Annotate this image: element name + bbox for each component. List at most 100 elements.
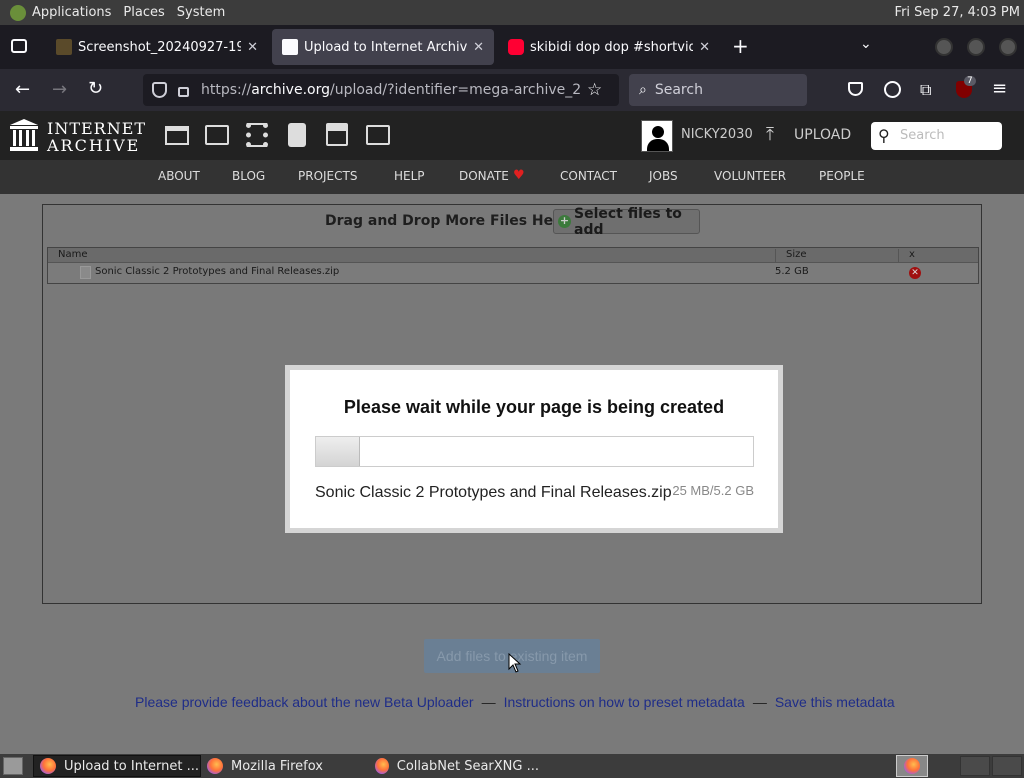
firefox-icon (207, 758, 223, 774)
file-doc-icon (80, 266, 91, 279)
close-window-icon[interactable] (999, 38, 1017, 56)
logo-text-line2: ARCHIVE (47, 136, 141, 155)
user-avatar-icon[interactable] (641, 120, 673, 152)
software-floppy-icon[interactable] (326, 123, 348, 146)
account-icon[interactable] (884, 81, 901, 98)
task-label: Upload to Internet ... (64, 758, 200, 774)
top-panel: Applications Places System Fri Sep 27, 4… (0, 0, 1024, 25)
col-size: Size (775, 249, 807, 263)
list-tabs-chevron-icon[interactable]: ⌄ (860, 36, 872, 52)
workspace-switcher[interactable] (896, 755, 928, 777)
archive-favicon-icon (282, 39, 298, 55)
ia-search-box[interactable]: ⚲ Search (871, 122, 1002, 150)
nav-contact[interactable]: CONTACT (560, 169, 617, 183)
reload-icon[interactable]: ↻ (88, 78, 103, 99)
progress-fill (316, 437, 360, 466)
url-bar[interactable]: https://archive.org/upload/?identifier=m… (143, 74, 619, 106)
select-files-button[interactable]: + Select files to add (553, 206, 700, 238)
file-table-header: Name Size x (48, 248, 978, 263)
username[interactable]: NICKY2030 (681, 127, 753, 142)
upload-arrow-icon[interactable]: ⤒ (766, 124, 774, 145)
nav-projects[interactable]: PROJECTS (298, 169, 357, 183)
magnifier-icon: ⚲ (878, 126, 890, 145)
nav-about[interactable]: ABOUT (158, 169, 200, 183)
maximize-window-icon[interactable] (967, 38, 985, 56)
search-icon: ⌕ (639, 82, 647, 98)
workspace-2[interactable] (960, 756, 990, 776)
firefox-icon (904, 758, 920, 774)
url-path: /upload/?identifier=mega-archive_202409 (330, 82, 581, 98)
donate-heart-icon: ♥ (513, 168, 525, 183)
close-tab-icon[interactable]: ✕ (473, 40, 484, 55)
audio-speaker-icon[interactable] (288, 123, 306, 147)
image-favicon-icon (56, 39, 72, 55)
tab-youtube[interactable]: skibidi dop dop #shortvideo ✕ (498, 29, 720, 65)
tab-title: Upload to Internet Archive (304, 39, 468, 55)
ia-nav-bar: ABOUT BLOG PROJECTS HELP DONATE ♥ CONTAC… (0, 160, 1024, 194)
padlock-icon[interactable] (178, 87, 189, 97)
texts-book-icon[interactable] (205, 125, 229, 145)
task-upload-archive[interactable]: Upload to Internet ... (33, 755, 201, 777)
web-search-bar[interactable]: ⌕ Search (629, 74, 807, 106)
archive-building-icon (10, 119, 38, 151)
upload-link[interactable]: UPLOAD (794, 127, 851, 143)
task-mozilla-firefox[interactable]: Mozilla Firefox (201, 755, 369, 777)
separator: — (481, 694, 496, 710)
progress-bar (315, 436, 754, 467)
bottom-taskbar: Upload to Internet ... Mozilla Firefox C… (0, 754, 1024, 778)
firefox-view-icon[interactable] (11, 39, 27, 53)
save-metadata-link[interactable]: Save this metadata (775, 694, 895, 710)
mouse-cursor-icon (508, 653, 522, 673)
bookmark-star-icon[interactable]: ☆ (587, 80, 602, 100)
firefox-icon (375, 758, 389, 774)
tab-title: skibidi dop dop #shortvideo (530, 39, 694, 55)
feedback-link[interactable]: Please provide feedback about the new Be… (135, 694, 474, 710)
url-prefix: https:// (201, 82, 252, 98)
nav-donate[interactable]: DONATE (459, 169, 509, 183)
forward-arrow-icon[interactable]: → (52, 79, 67, 100)
show-desktop-icon[interactable] (3, 757, 23, 775)
new-tab-icon[interactable]: + (732, 34, 749, 58)
ia-header: INTERNET ARCHIVE NICKY2030 ⤒ UPLOAD ⚲ Se… (0, 111, 1024, 160)
clock[interactable]: Fri Sep 27, 4:03 PM (895, 5, 1020, 20)
uploading-file-name: Sonic Classic 2 Prototypes and Final Rel… (315, 484, 672, 501)
close-tab-icon[interactable]: ✕ (699, 40, 710, 55)
remove-file-icon[interactable]: ✕ (909, 267, 921, 279)
applications-logo-icon[interactable] (10, 4, 26, 21)
pocket-icon[interactable] (848, 82, 863, 96)
applications-menu[interactable]: Applications (26, 5, 117, 20)
youtube-favicon-icon (508, 39, 524, 55)
images-picture-icon[interactable] (366, 125, 390, 145)
nav-jobs[interactable]: JOBS (649, 169, 678, 183)
back-arrow-icon[interactable]: ← (15, 79, 30, 100)
separator: — (752, 694, 767, 710)
nav-people[interactable]: PEOPLE (819, 169, 865, 183)
nav-blog[interactable]: BLOG (232, 169, 265, 183)
instructions-link[interactable]: Instructions on how to preset metadata (504, 694, 745, 710)
extensions-puzzle-icon[interactable]: ⧉ (920, 80, 931, 100)
workspace-3[interactable] (992, 756, 1022, 776)
col-name: Name (58, 249, 88, 260)
search-placeholder: Search (654, 82, 703, 98)
video-film-icon[interactable] (246, 123, 268, 147)
url-domain: archive.org (251, 82, 330, 98)
nav-volunteer[interactable]: VOLUNTEER (714, 169, 786, 183)
plus-circle-icon: + (558, 214, 571, 228)
system-menu[interactable]: System (171, 5, 231, 20)
close-tab-icon[interactable]: ✕ (247, 40, 258, 55)
url-text[interactable]: https://archive.org/upload/?identifier=m… (201, 82, 581, 98)
firefox-icon (40, 758, 56, 774)
nav-help[interactable]: HELP (394, 169, 425, 183)
ia-logo[interactable]: INTERNET ARCHIVE (10, 119, 145, 155)
hamburger-menu-icon[interactable]: ≡ (992, 78, 1007, 99)
file-size: 5.2 GB (775, 266, 809, 277)
places-menu[interactable]: Places (117, 5, 170, 20)
minimize-window-icon[interactable] (935, 38, 953, 56)
upload-progress-text: 25 MB/5.2 GB (672, 483, 754, 498)
task-collabnet-searxng[interactable]: CollabNet SearXNG ... (369, 755, 539, 777)
tab-upload-archive[interactable]: Upload to Internet Archive ✕ (272, 29, 494, 65)
modal-title: Please wait while your page is being cre… (343, 397, 725, 417)
tab-screenshot[interactable]: Screenshot_20240927-1913 ✕ (46, 29, 268, 65)
tracking-shield-icon[interactable] (152, 82, 167, 98)
web-media-icon[interactable] (165, 126, 189, 145)
